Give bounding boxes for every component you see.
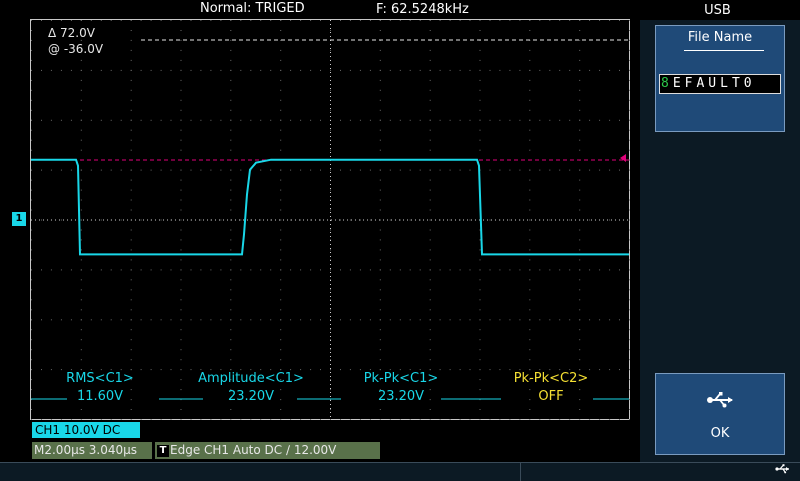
cursor-delta: Δ 72.0V <box>48 26 95 40</box>
measurement-value: 23.20V <box>227 389 275 404</box>
file-name-title: File Name <box>687 30 753 45</box>
file-name-input[interactable]: 8EFAULT0 <box>659 74 781 94</box>
trigger-level-arrow-icon[interactable] <box>620 154 626 162</box>
measurement-rms-c1: RMS<C1> 11.60V <box>35 370 165 406</box>
timebase-settings[interactable]: M2.00μs 3.040μs <box>32 442 152 459</box>
measurement-amplitude-c1: Amplitude<C1> 23.20V <box>186 370 316 406</box>
trigger-settings[interactable]: T Edge CH1 Auto DC ∕ 12.00V <box>155 442 380 459</box>
usb-connected-icon <box>775 463 791 478</box>
bottom-status-bar <box>0 462 800 481</box>
measurement-value: 23.20V <box>377 389 425 404</box>
channel1-ground-marker[interactable]: 1 <box>12 212 26 226</box>
frequency-readout: F: 62.5248kHz <box>376 2 469 17</box>
usb-icon <box>706 390 736 414</box>
measurement-label: Pk-Pk<C2> <box>513 371 589 386</box>
text-cursor: 8 <box>661 76 673 91</box>
graticule <box>31 20 630 420</box>
measurement-label: Pk-Pk<C1> <box>363 371 439 386</box>
file-name-panel[interactable]: File Name 8EFAULT0 <box>655 25 785 132</box>
cursor-position: @ -36.0V <box>48 42 104 56</box>
top-status-bar: Normal: TRIGED F: 62.5248kHz USB <box>0 0 800 20</box>
divider <box>520 463 521 481</box>
ok-label: OK <box>710 426 730 441</box>
channel1-settings[interactable]: CH1 10.0V DC <box>32 422 140 438</box>
measurement-pkpk-c1: Pk-Pk<C1> 23.20V <box>336 370 466 406</box>
waveform-display <box>30 19 630 420</box>
trigger-settings-text: Edge CH1 Auto DC ∕ 12.00V <box>170 443 337 457</box>
cursor-readout: Δ 72.0V @ -36.0V <box>48 25 103 57</box>
menu-title: USB <box>704 3 731 18</box>
measurement-label: RMS<C1> <box>66 371 134 386</box>
trigger-status: Normal: TRIGED <box>200 1 305 16</box>
trigger-icon: T <box>157 444 169 457</box>
measurement-value: OFF <box>538 389 564 404</box>
file-name-value: EFAULT0 <box>672 76 756 91</box>
title-underline <box>684 50 764 51</box>
measurement-pkpk-c2: Pk-Pk<C2> OFF <box>486 370 616 406</box>
ok-button[interactable]: OK <box>655 373 785 455</box>
measurement-label: Amplitude<C1> <box>198 371 304 386</box>
measurement-value: 11.60V <box>76 389 124 404</box>
